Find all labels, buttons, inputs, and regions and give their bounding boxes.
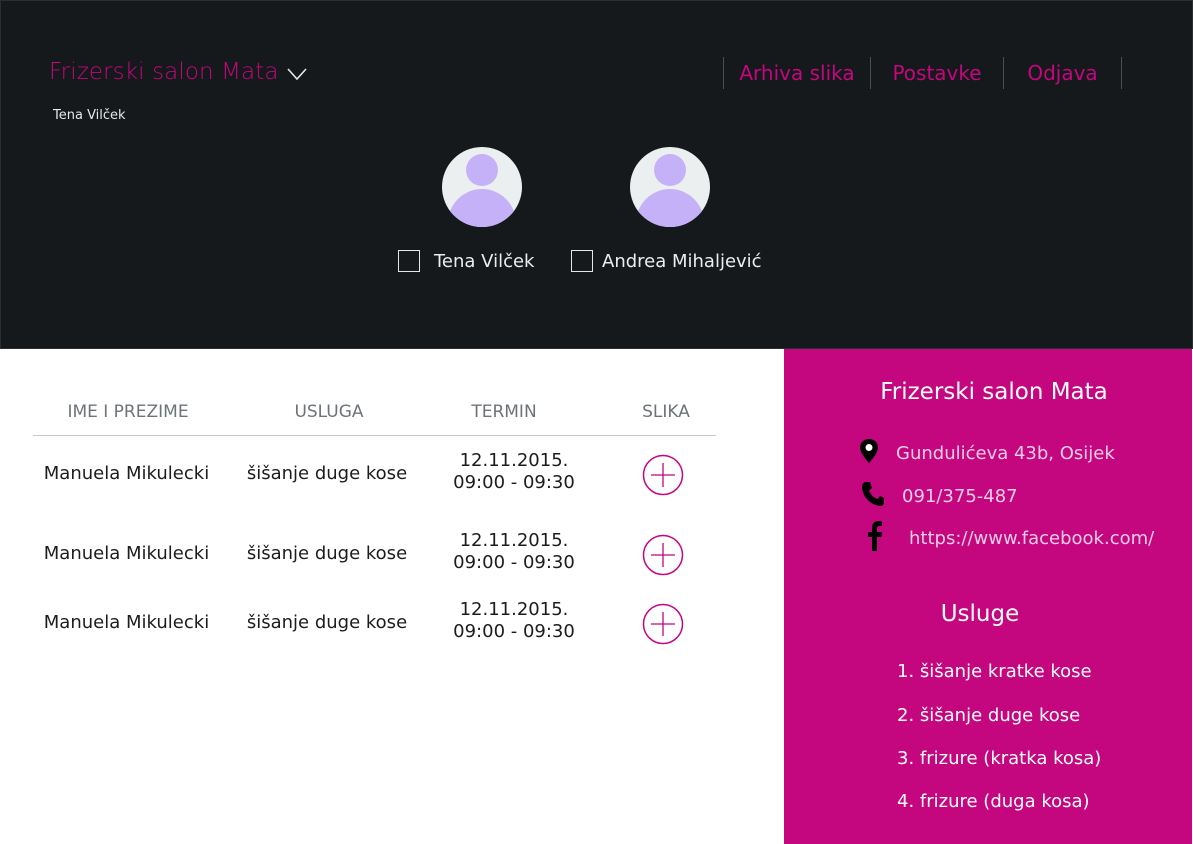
appointment-term: 12.11.2015. 09:00 - 09:30 — [434, 530, 594, 574]
service-list-item: 3. frizure (kratka kosa) — [897, 748, 1102, 769]
column-header-photo: SLIKA — [642, 402, 690, 422]
column-header-service: USLUGA — [294, 402, 364, 422]
appointment-date: 12.11.2015. — [459, 599, 569, 620]
avatar-head — [654, 154, 686, 186]
logged-in-user: Tena Vilček — [53, 108, 126, 123]
user-avatar-icon[interactable] — [630, 147, 710, 227]
top-header: Frizerski salon Mata Tena Vilček Arhiva … — [0, 0, 1193, 349]
chevron-down-icon — [286, 65, 307, 84]
table-row: Manuela Mikulecki šišanje duge kose 12.1… — [33, 530, 716, 580]
client-name: Manuela Mikulecki — [43, 463, 210, 484]
service-list-item: 2. šišanje duge kose — [897, 705, 1081, 726]
appointment-date: 12.11.2015. — [459, 530, 569, 551]
column-header-name: IME I PREZIME — [67, 402, 189, 422]
facebook-row: https://www.facebook.com/ — [868, 521, 1154, 555]
nav-logout[interactable]: Odjava — [1004, 57, 1121, 89]
client-name: Manuela Mikulecki — [43, 543, 210, 564]
top-nav: Arhiva slika Postavke Odjava — [723, 57, 1122, 89]
client-name: Manuela Mikulecki — [43, 612, 210, 633]
avatar-body — [636, 189, 704, 227]
appointment-term: 12.11.2015. 09:00 - 09:30 — [434, 450, 594, 494]
add-circle-icon[interactable] — [642, 454, 684, 496]
appointment-time: 09:00 - 09:30 — [453, 552, 575, 573]
staff-label: Tena Vilček — [434, 250, 535, 272]
add-circle-icon[interactable] — [642, 534, 684, 576]
salon-selector[interactable]: Frizerski salon Mata — [49, 59, 307, 85]
service-name: šišanje duge kose — [246, 612, 408, 633]
nav-divider — [1121, 57, 1122, 89]
salon-info-panel: Frizerski salon Mata Gundulićeva 43b, Os… — [784, 349, 1192, 844]
avatar-body — [448, 189, 516, 227]
table-header-divider — [33, 435, 716, 436]
facebook-link[interactable]: https://www.facebook.com/ — [909, 528, 1154, 549]
nav-settings[interactable]: Postavke — [871, 57, 1003, 89]
service-name: šišanje duge kose — [246, 543, 408, 564]
appointment-time: 09:00 - 09:30 — [453, 472, 575, 493]
map-pin-icon — [859, 438, 879, 468]
appointment-date: 12.11.2015. — [459, 450, 569, 471]
checkbox-icon[interactable] — [571, 250, 593, 272]
salon-address: Gundulićeva 43b, Osijek — [896, 442, 1115, 464]
user-avatar-icon[interactable] — [442, 147, 522, 227]
salon-name: Frizerski salon Mata — [49, 59, 279, 85]
staff-label: Andrea Mihaljević — [602, 250, 762, 272]
appointment-time: 09:00 - 09:30 — [453, 621, 575, 642]
appointment-term: 12.11.2015. 09:00 - 09:30 — [434, 599, 594, 643]
phone-icon — [861, 481, 885, 511]
service-name: šišanje duge kose — [246, 463, 408, 484]
staff-filter-andrea[interactable]: Andrea Mihaljević — [571, 250, 762, 272]
column-header-term: TERMIN — [471, 402, 537, 422]
panel-title: Frizerski salon Mata — [880, 379, 1108, 405]
add-circle-icon[interactable] — [642, 603, 684, 645]
facebook-icon — [868, 521, 882, 555]
address-row: Gundulićeva 43b, Osijek — [859, 438, 1115, 468]
checkbox-icon[interactable] — [398, 250, 420, 272]
nav-photo-archive[interactable]: Arhiva slika — [724, 57, 870, 89]
phone-row: 091/375-487 — [861, 481, 1018, 511]
table-row: Manuela Mikulecki šišanje duge kose 12.1… — [33, 450, 716, 500]
table-row: Manuela Mikulecki šišanje duge kose 12.1… — [33, 599, 716, 649]
staff-filter-tena[interactable]: Tena Vilček — [398, 250, 535, 272]
service-list-item: 4. frizure (duga kosa) — [897, 791, 1090, 812]
avatar-head — [466, 154, 498, 186]
salon-phone: 091/375-487 — [902, 485, 1018, 507]
services-title: Usluge — [940, 601, 1020, 627]
service-list-item: 1. šišanje kratke kose — [897, 661, 1092, 682]
